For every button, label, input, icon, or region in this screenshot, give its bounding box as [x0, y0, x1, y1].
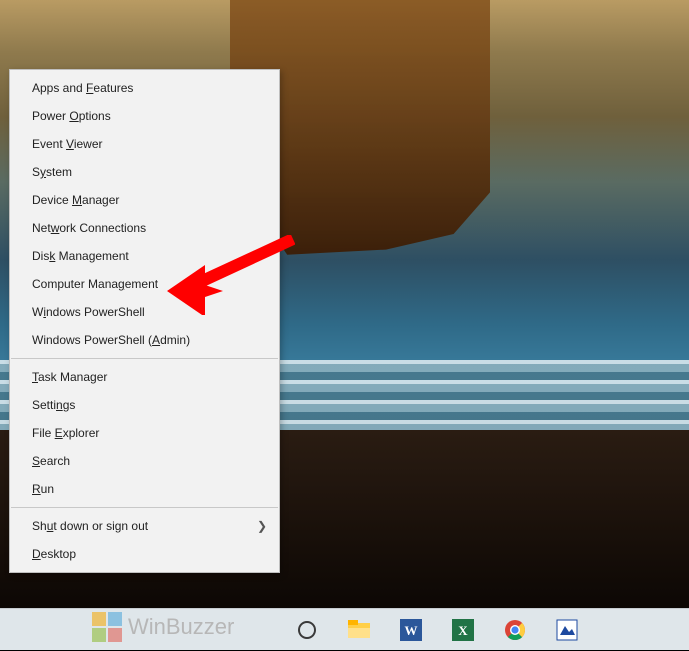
menu-item-task-manager[interactable]: Task Manager [10, 363, 279, 391]
menu-item-windows-powershell[interactable]: Windows PowerShell [10, 298, 279, 326]
menu-item-apps-and-features[interactable]: Apps and Features [10, 74, 279, 102]
menu-item-network-connections[interactable]: Network Connections [10, 214, 279, 242]
taskbar: WX [0, 608, 689, 650]
menu-item-windows-powershell-admin[interactable]: Windows PowerShell (Admin) [10, 326, 279, 354]
menu-item-search[interactable]: Search [10, 447, 279, 475]
menu-item-power-options[interactable]: Power Options [10, 102, 279, 130]
taskbar-cortana-icon[interactable] [284, 609, 330, 651]
menu-separator [11, 507, 278, 508]
menu-item-system[interactable]: System [10, 158, 279, 186]
svg-text:W: W [405, 623, 418, 638]
winx-menu: Apps and FeaturesPower OptionsEvent View… [9, 69, 280, 573]
menu-item-run[interactable]: Run [10, 475, 279, 503]
taskbar-file-explorer-icon[interactable] [336, 609, 382, 651]
menu-item-settings[interactable]: Settings [10, 391, 279, 419]
svg-text:X: X [458, 623, 468, 638]
menu-item-device-manager[interactable]: Device Manager [10, 186, 279, 214]
taskbar-excel-icon[interactable]: X [440, 609, 486, 651]
chevron-right-icon: ❯ [257, 519, 267, 533]
taskbar-paint-app-icon[interactable] [544, 609, 590, 651]
menu-separator [11, 358, 278, 359]
menu-item-file-explorer[interactable]: File Explorer [10, 419, 279, 447]
taskbar-word-icon[interactable]: W [388, 609, 434, 651]
menu-item-event-viewer[interactable]: Event Viewer [10, 130, 279, 158]
menu-item-shut-down-or-sign-out[interactable]: Shut down or sign out❯ [10, 512, 279, 540]
menu-item-desktop[interactable]: Desktop [10, 540, 279, 568]
menu-item-computer-management[interactable]: Computer Management [10, 270, 279, 298]
menu-item-disk-management[interactable]: Disk Management [10, 242, 279, 270]
taskbar-chrome-icon[interactable] [492, 609, 538, 651]
